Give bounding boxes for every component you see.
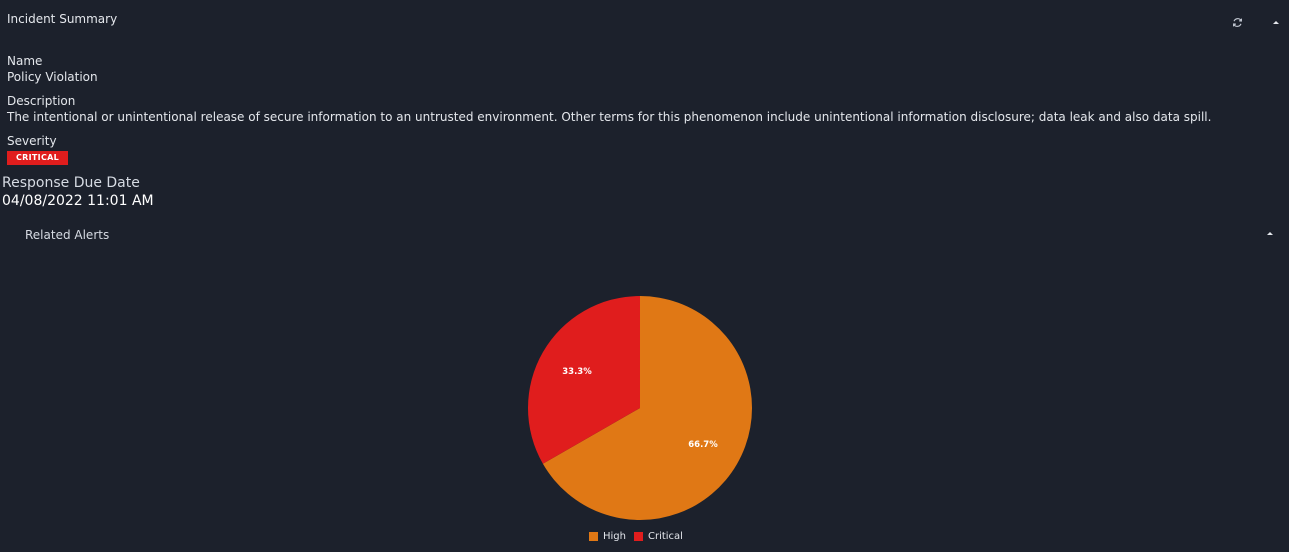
pie-label-critical: 33.3% [562, 367, 592, 377]
legend-item-high[interactable]: High [589, 531, 626, 542]
response-due-label: Response Due Date [2, 175, 140, 191]
legend-label-high: High [603, 531, 626, 542]
pie-label-high: 66.7% [688, 440, 718, 450]
name-value: Policy Violation [7, 70, 98, 84]
related-alerts-title: Related Alerts [25, 228, 110, 242]
description-label: Description [7, 94, 76, 108]
refresh-icon[interactable] [1229, 14, 1245, 30]
caret-up-icon[interactable] [1268, 14, 1284, 30]
legend-swatch-critical [633, 532, 643, 541]
panel-title: Incident Summary [7, 12, 118, 26]
severity-badge: CRITICAL [7, 151, 69, 165]
severity-label: Severity [7, 134, 57, 148]
legend-label-critical: Critical [647, 531, 683, 542]
caret-up-icon[interactable] [1262, 225, 1278, 241]
incident-summary-panel: Incident Summary Name Policy Violation D… [0, 0, 1289, 552]
name-label: Name [7, 54, 43, 68]
chart-legend: High Critical [589, 531, 683, 542]
related-alerts-pie-chart: 66.7% 33.3% [528, 296, 752, 520]
legend-item-critical[interactable]: Critical [633, 531, 683, 542]
legend-swatch-high [589, 532, 598, 541]
response-due-value: 04/08/2022 11:01 AM [2, 193, 154, 209]
description-value: The intentional or unintentional release… [7, 110, 1212, 124]
